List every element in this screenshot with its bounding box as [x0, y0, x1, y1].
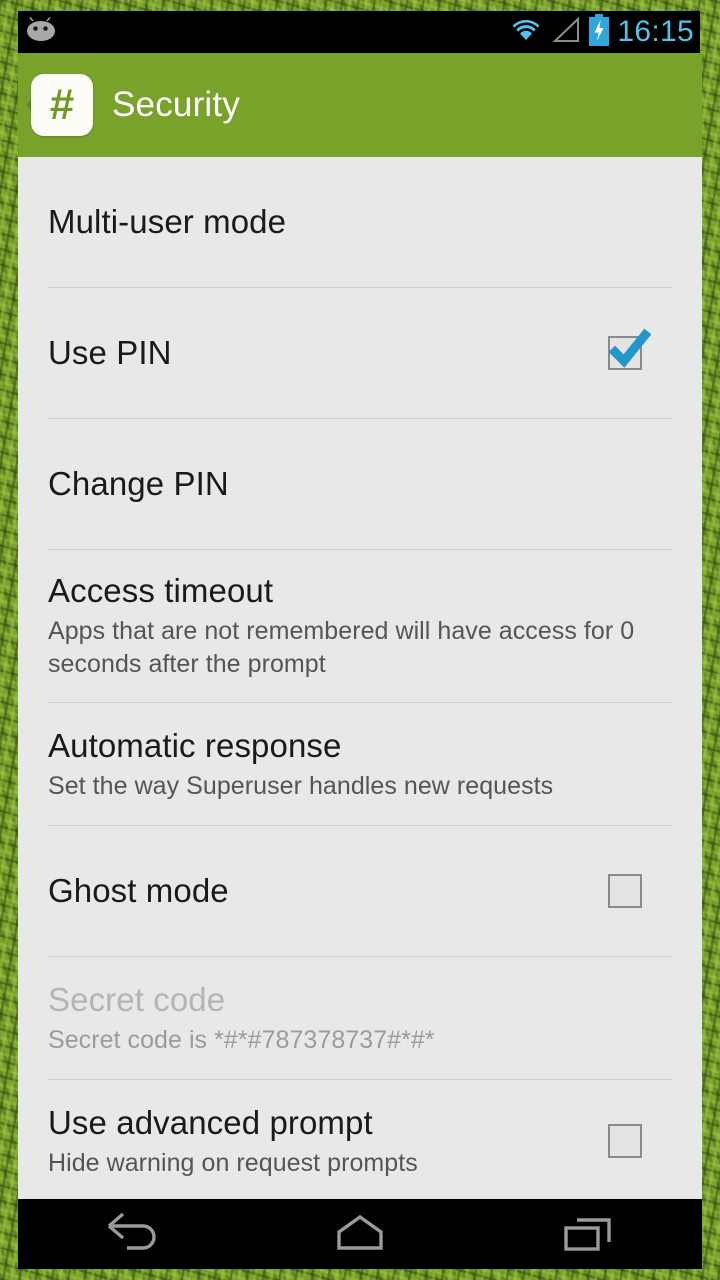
checkbox-use-pin[interactable] — [608, 328, 651, 370]
settings-row-subtitle: Apps that are not remembered will have a… — [48, 617, 635, 678]
settings-row-title: Secret code — [48, 980, 226, 1018]
settings-row-subtitle: Hide warning on request prompts — [48, 1148, 418, 1177]
recents-icon[interactable] — [528, 1199, 648, 1269]
settings-list[interactable]: Multi-user mode Use PIN Change PIN Acces… — [18, 157, 702, 1199]
settings-row-text: Use PIN — [48, 333, 588, 373]
settings-row-title: Access timeout — [48, 572, 274, 609]
settings-row-text: Change PIN — [48, 464, 672, 504]
checkbox-ghost-mode[interactable] — [608, 874, 642, 908]
settings-row-title: Automatic response — [48, 726, 342, 764]
app-icon-glyph: # — [49, 80, 75, 129]
settings-row-text: Ghost mode — [48, 871, 588, 911]
settings-row-title: Ghost mode — [48, 872, 229, 909]
settings-row-text: Secret code Secret code is *#*#787378737… — [48, 980, 672, 1057]
settings-row-text: Multi-user mode — [48, 202, 672, 242]
status-bar: 16:15 — [18, 11, 700, 53]
settings-row-title: Use PIN — [48, 334, 172, 371]
phone-screen: 16:15 # Security Multi-user mode Use PIN — [18, 11, 702, 1269]
settings-row-use-advanced-prompt[interactable]: Use advanced prompt Hide warning on requ… — [18, 1080, 702, 1199]
action-bar: # Security — [18, 53, 702, 157]
settings-row-subtitle: Secret code is *#*#787378737#*#* — [48, 1025, 435, 1054]
settings-row-automatic-response[interactable]: Automatic response Set the way Superuser… — [18, 703, 702, 825]
wifi-icon — [508, 16, 544, 49]
status-bar-clock: 16:15 — [617, 15, 694, 48]
settings-row-change-pin[interactable]: Change PIN — [18, 419, 702, 549]
settings-row-text: Access timeout Apps that are not remembe… — [48, 571, 672, 681]
signal-triangle-icon — [551, 16, 581, 49]
settings-row-title: Multi-user mode — [48, 203, 287, 240]
back-icon[interactable] — [72, 1199, 192, 1269]
home-icon[interactable] — [300, 1199, 420, 1269]
settings-row-text: Automatic response Set the way Superuser… — [48, 726, 672, 803]
settings-row-title: Use advanced prompt — [48, 1103, 373, 1141]
hash-icon[interactable]: # — [31, 74, 93, 136]
settings-row-secret-code: Secret code Secret code is *#*#787378737… — [18, 957, 702, 1079]
status-bar-indicators: 16:15 — [508, 13, 698, 51]
settings-row-text: Use advanced prompt Hide warning on requ… — [48, 1103, 588, 1180]
checkmark-icon — [608, 328, 651, 368]
battery-charging-icon — [588, 13, 610, 51]
settings-row-title: Change PIN — [48, 465, 229, 502]
settings-row-subtitle: Set the way Superuser handles new reques… — [48, 771, 554, 800]
navigation-bar — [18, 1199, 702, 1269]
settings-row-multi-user-mode[interactable]: Multi-user mode — [18, 157, 702, 287]
page-title: Security — [112, 85, 241, 124]
settings-row-access-timeout[interactable]: Access timeout Apps that are not remembe… — [18, 550, 702, 702]
status-bar-notifications — [24, 16, 508, 48]
checkbox-use-advanced-prompt[interactable] — [608, 1124, 642, 1158]
settings-row-use-pin[interactable]: Use PIN — [18, 288, 702, 418]
android-head-icon — [24, 16, 58, 48]
settings-row-ghost-mode[interactable]: Ghost mode — [18, 826, 702, 956]
